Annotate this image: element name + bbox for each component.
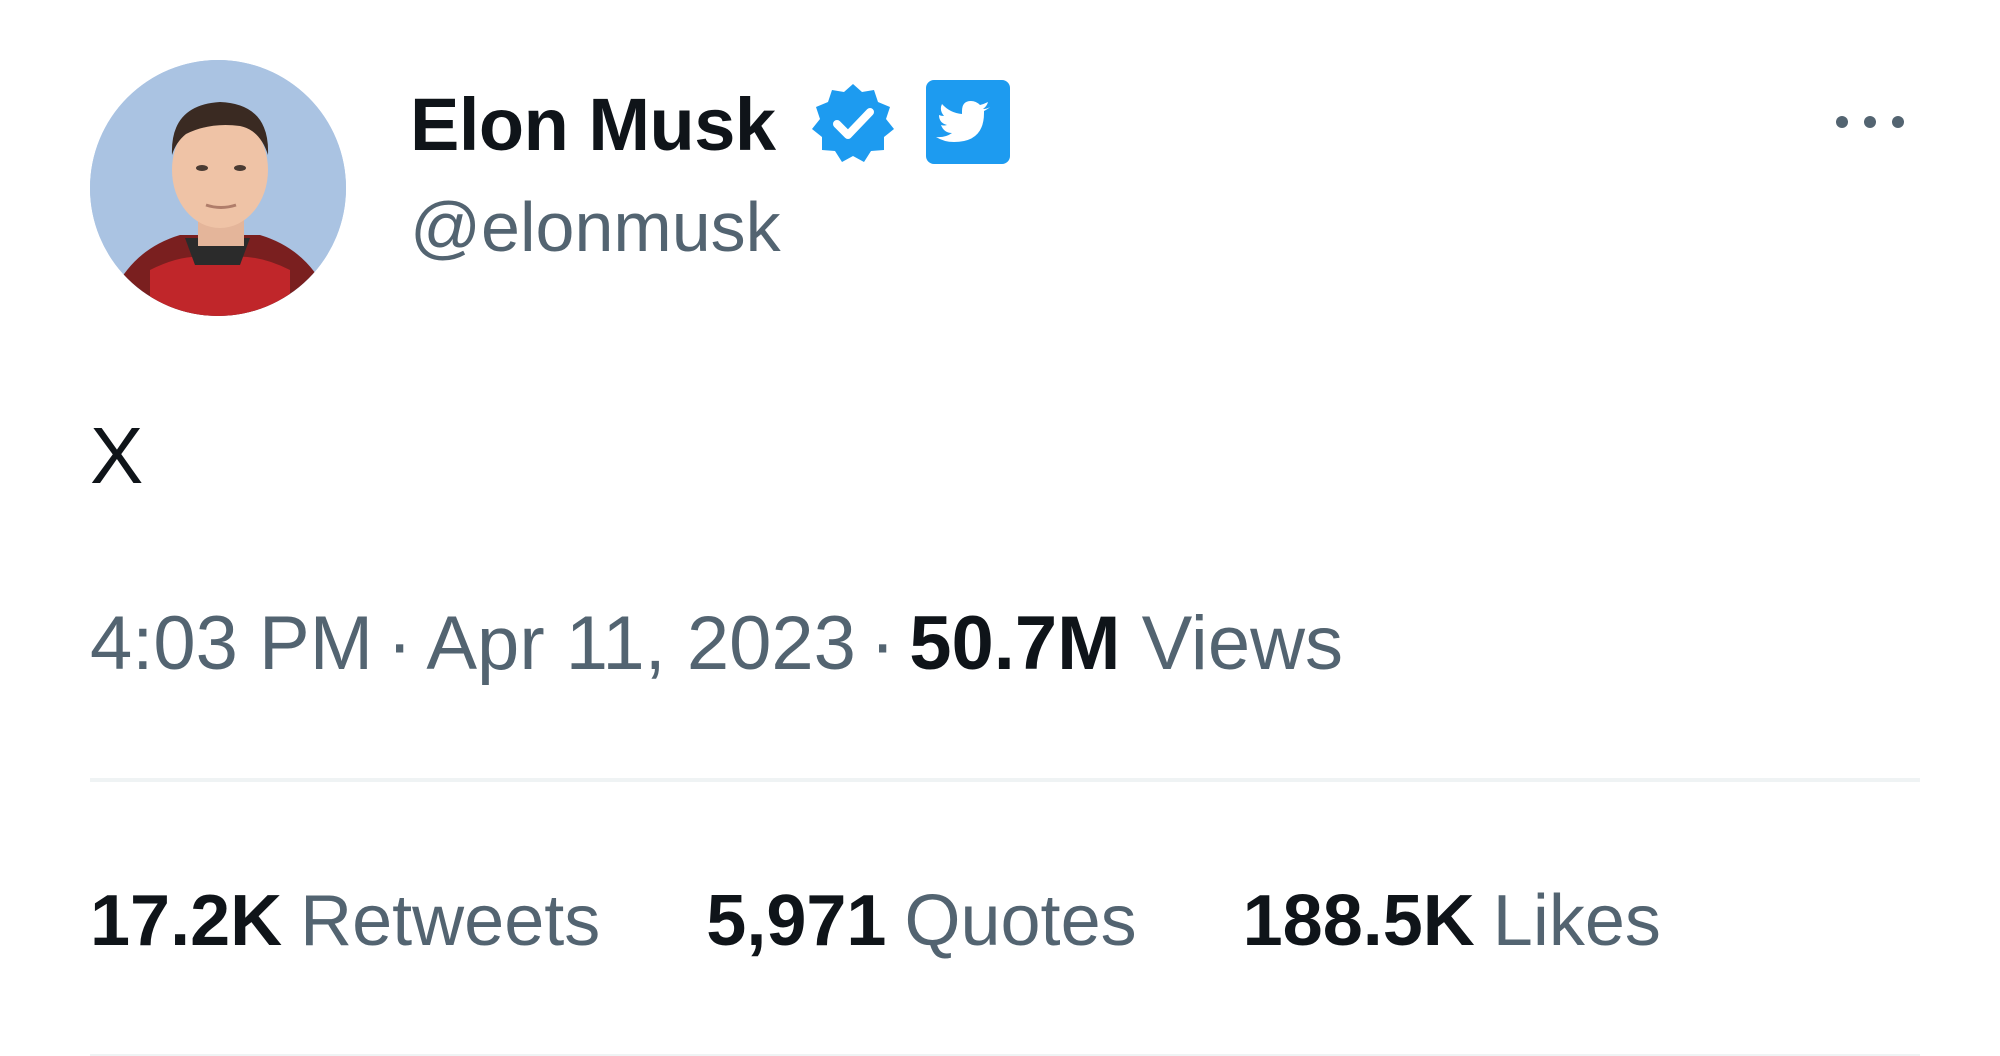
retweets-stat[interactable]: 17.2K Retweets bbox=[90, 876, 600, 966]
divider bbox=[90, 778, 1920, 782]
likes-label: Likes bbox=[1492, 881, 1661, 961]
likes-count: 188.5K bbox=[1242, 881, 1475, 961]
tweet-time[interactable]: 4:03 PM bbox=[90, 601, 373, 686]
display-name[interactable]: Elon Musk bbox=[410, 80, 776, 170]
quotes-label: Quotes bbox=[904, 881, 1137, 961]
tweet-stats: 17.2K Retweets 5,971 Quotes 188.5K Likes bbox=[90, 876, 1767, 966]
tweet-text: X bbox=[90, 411, 144, 500]
quotes-count: 5,971 bbox=[706, 881, 887, 961]
tweet-meta: 4:03 PM · Apr 11, 2023 · 50.7M Views bbox=[90, 598, 1343, 690]
tweet-date[interactable]: Apr 11, 2023 bbox=[426, 601, 856, 686]
avatar-photo bbox=[90, 60, 346, 316]
verified-badge-icon[interactable] bbox=[810, 80, 896, 166]
meta-separator: · bbox=[869, 601, 896, 686]
more-options-icon[interactable] bbox=[1830, 98, 1910, 146]
retweets-label: Retweets bbox=[300, 881, 601, 961]
likes-stat[interactable]: 188.5K Likes bbox=[1243, 876, 1661, 966]
quotes-stat[interactable]: 5,971 Quotes bbox=[706, 876, 1136, 966]
views-count: 50.7M bbox=[909, 601, 1121, 686]
author-handle[interactable]: @elonmusk bbox=[410, 184, 781, 270]
meta-separator: · bbox=[387, 601, 413, 686]
retweets-count: 17.2K bbox=[90, 881, 283, 961]
views-label: Views bbox=[1141, 601, 1343, 686]
avatar[interactable] bbox=[90, 60, 346, 316]
twitter-bird-icon[interactable] bbox=[926, 80, 1010, 164]
